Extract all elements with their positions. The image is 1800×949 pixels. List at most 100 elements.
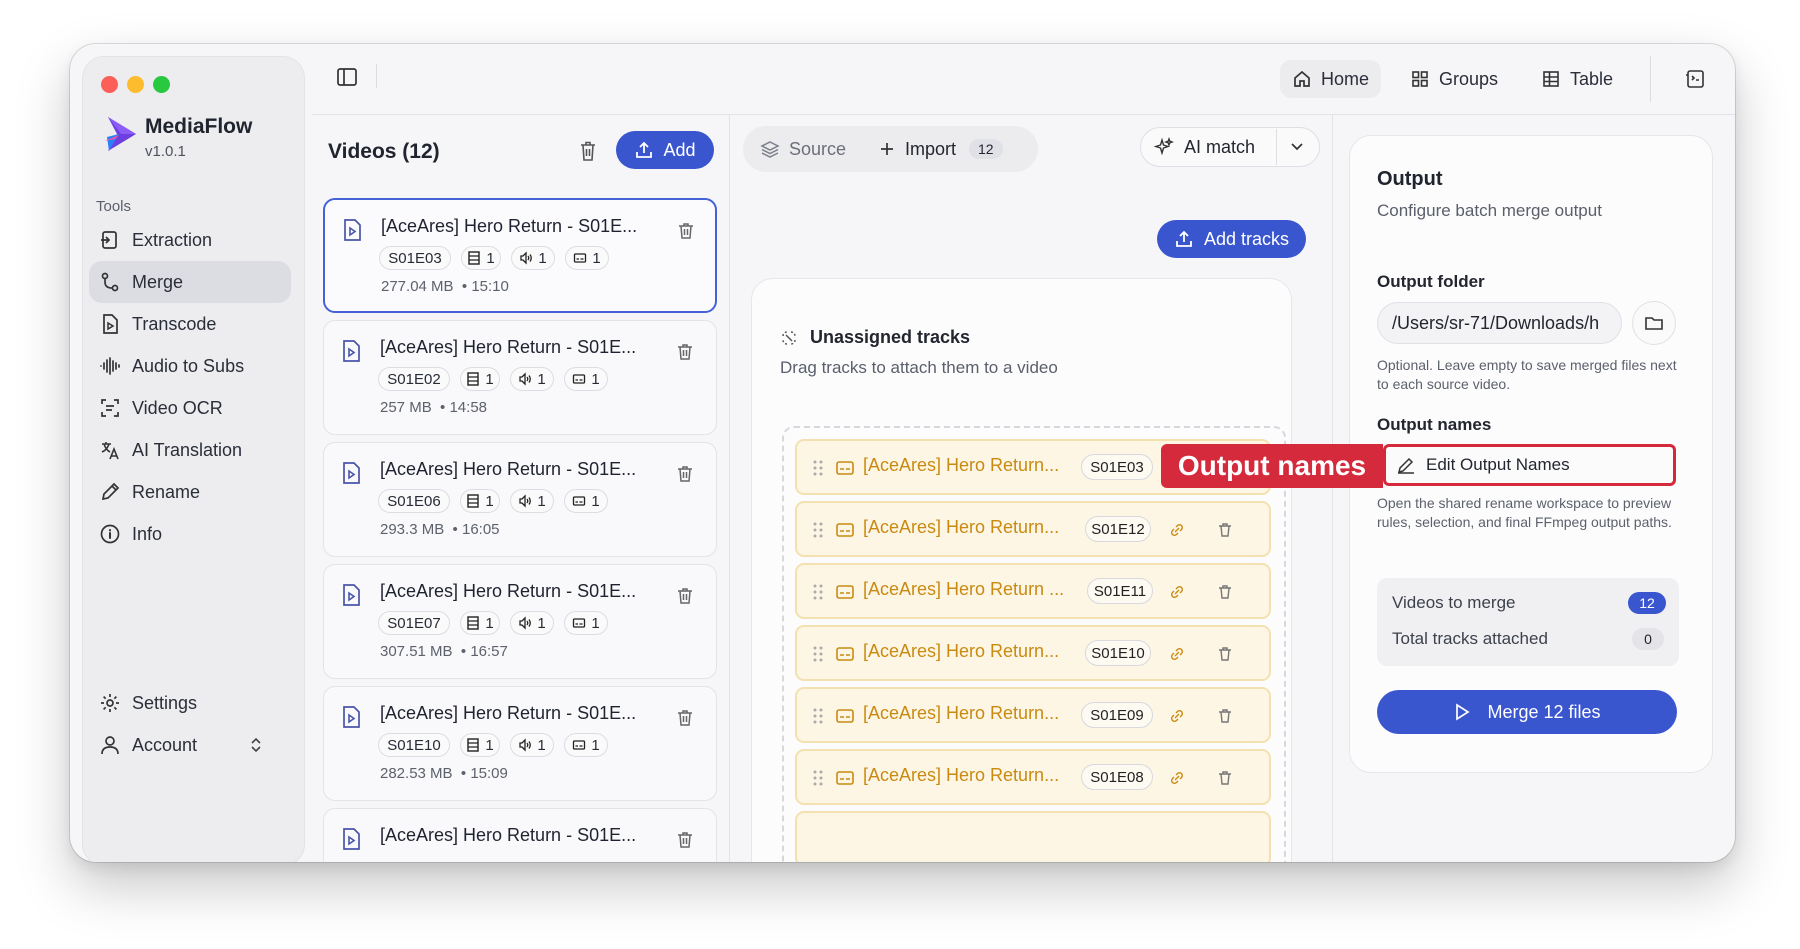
sidebar-item-settings[interactable]: Settings xyxy=(89,682,291,724)
close-window-button[interactable] xyxy=(101,76,118,93)
console-icon[interactable] xyxy=(1684,68,1706,90)
trash-icon[interactable] xyxy=(677,222,695,240)
translate-icon xyxy=(101,442,119,460)
episode-chip: S01E10 xyxy=(378,733,450,757)
pencil-icon xyxy=(101,482,120,501)
sidebar-item-label: Video OCR xyxy=(132,397,223,418)
video-card[interactable]: [AceAres] Hero Return - S01E... S01E06 1… xyxy=(323,442,717,557)
chevron-down-icon[interactable] xyxy=(1288,139,1306,155)
video-count: 1 xyxy=(485,492,494,510)
videos-to-merge-badge: 12 xyxy=(1628,592,1666,614)
video-count: 1 xyxy=(485,736,494,754)
link-icon[interactable] xyxy=(1169,646,1185,662)
account-label: Account xyxy=(132,734,198,755)
episode-chip: S01E06 xyxy=(378,489,450,513)
trash-icon[interactable] xyxy=(1217,646,1233,662)
video-size: 293.3 MB xyxy=(380,521,445,538)
trash-icon[interactable] xyxy=(1217,708,1233,724)
trash-icon[interactable] xyxy=(1217,770,1233,786)
track-row[interactable] xyxy=(795,811,1271,862)
toggle-sidebar-icon[interactable] xyxy=(336,66,358,88)
trash-icon[interactable] xyxy=(676,709,694,727)
video-tracks-chip: 1 xyxy=(460,611,500,635)
video-card[interactable]: [AceAres] Hero Return - S01E... S01E02 1… xyxy=(323,320,717,435)
audio-tracks-chip: 1 xyxy=(510,611,554,635)
nav-table-button[interactable]: Table xyxy=(1529,60,1625,98)
audio-tracks-chip: 1 xyxy=(510,367,554,391)
drag-handle-icon[interactable] xyxy=(811,769,825,787)
nav-home-button[interactable]: Home xyxy=(1280,60,1382,98)
track-row[interactable]: [AceAres] Hero Return ... S01E11 xyxy=(795,563,1271,619)
track-row[interactable]: [AceAres] Hero Return... S01E09 xyxy=(795,687,1271,743)
track-row[interactable]: [AceAres] Hero Return... S01E10 xyxy=(795,625,1271,681)
import-tab[interactable]: Import 12 xyxy=(878,138,1003,160)
link-icon[interactable] xyxy=(1169,708,1185,724)
sidebar-item-account[interactable]: Account xyxy=(89,724,291,766)
sidebar-item-info[interactable]: Info xyxy=(89,513,291,555)
merge-files-button[interactable]: Merge 12 files xyxy=(1377,690,1677,734)
drag-handle-icon[interactable] xyxy=(811,459,825,477)
track-row[interactable]: [AceAres] Hero Return... S01E08 xyxy=(795,749,1271,805)
film-icon xyxy=(467,616,480,630)
sidebar-item-label: Audio to Subs xyxy=(132,355,245,376)
track-row[interactable]: [AceAres] Hero Return... S01E12 xyxy=(795,501,1271,557)
add-tracks-label: Add tracks xyxy=(1203,228,1290,249)
film-icon xyxy=(467,494,480,508)
nav-groups-button[interactable]: Groups xyxy=(1398,60,1510,98)
episode-chip: S01E03 xyxy=(379,246,451,270)
trash-icon[interactable] xyxy=(676,465,694,483)
video-file-icon xyxy=(343,828,360,850)
add-videos-button[interactable]: Add xyxy=(616,131,714,169)
home-icon xyxy=(1294,70,1310,87)
link-icon[interactable] xyxy=(1169,770,1185,786)
trash-icon[interactable] xyxy=(1217,522,1233,538)
link-icon[interactable] xyxy=(1169,584,1185,600)
link-icon[interactable] xyxy=(1169,522,1185,538)
video-card[interactable]: [AceAres] Hero Return - S01E... S01E10 1… xyxy=(323,686,717,801)
video-duration: 16:57 xyxy=(470,643,508,660)
sidebar-item-rename[interactable]: Rename xyxy=(89,471,291,513)
video-card[interactable]: [AceAres] Hero Return - S01E... S01E07 1… xyxy=(323,564,717,679)
sidebar-item-ai-translation[interactable]: AI Translation xyxy=(89,429,291,471)
subtitle-track-icon xyxy=(836,647,854,661)
divider xyxy=(1650,56,1651,102)
sidebar-item-transcode[interactable]: Transcode xyxy=(89,303,291,345)
sidebar-item-extraction[interactable]: Extraction xyxy=(89,219,291,261)
add-tracks-button[interactable]: Add tracks xyxy=(1157,220,1306,258)
layers-icon xyxy=(760,141,780,158)
annotation-label: Output names xyxy=(1161,444,1383,488)
ai-match-button[interactable]: AI match xyxy=(1154,136,1255,158)
upload-icon xyxy=(1176,230,1192,247)
drag-handle-icon[interactable] xyxy=(811,645,825,663)
merge-files-label: Merge 12 files xyxy=(1487,701,1601,722)
video-card[interactable]: [AceAres] Hero Return - S01E... xyxy=(323,808,717,862)
video-tracks-chip: 1 xyxy=(460,367,500,391)
trash-icon[interactable] xyxy=(676,831,694,849)
drag-handle-icon[interactable] xyxy=(811,583,825,601)
maximize-window-button[interactable] xyxy=(153,76,170,93)
edit-output-names-button[interactable]: Edit Output Names xyxy=(1383,444,1676,486)
info-icon xyxy=(100,524,120,544)
source-tab[interactable]: Source xyxy=(760,138,846,160)
track-title: [AceAres] Hero Return... xyxy=(863,641,1060,661)
episode-chip: S01E10 xyxy=(1085,640,1151,666)
subs-count: 1 xyxy=(591,492,600,510)
sidebar-item-label: AI Translation xyxy=(132,439,243,460)
video-card[interactable]: [AceAres] Hero Return - S01E... S01E03 1… xyxy=(323,198,717,313)
trash-icon[interactable] xyxy=(1217,584,1233,600)
sidebar-item-video-ocr[interactable]: Video OCR xyxy=(89,387,291,429)
sidebar-item-audio-to-subs[interactable]: Audio to Subs xyxy=(89,345,291,387)
drag-handle-icon[interactable] xyxy=(811,521,825,539)
subtitle-track-icon xyxy=(836,523,854,537)
clear-videos-trash-icon[interactable] xyxy=(578,140,598,162)
column-divider xyxy=(1332,114,1333,862)
browse-folder-button[interactable] xyxy=(1632,301,1676,345)
edit-output-names-label: Edit Output Names xyxy=(1426,455,1570,474)
sidebar-item-merge[interactable]: Merge xyxy=(89,261,291,303)
minimize-window-button[interactable] xyxy=(127,76,144,93)
output-folder-input[interactable]: /Users/sr-71/Downloads/h xyxy=(1377,302,1622,344)
drag-handle-icon[interactable] xyxy=(811,707,825,725)
video-tracks-chip: 1 xyxy=(460,489,500,513)
trash-icon[interactable] xyxy=(676,587,694,605)
trash-icon[interactable] xyxy=(676,343,694,361)
